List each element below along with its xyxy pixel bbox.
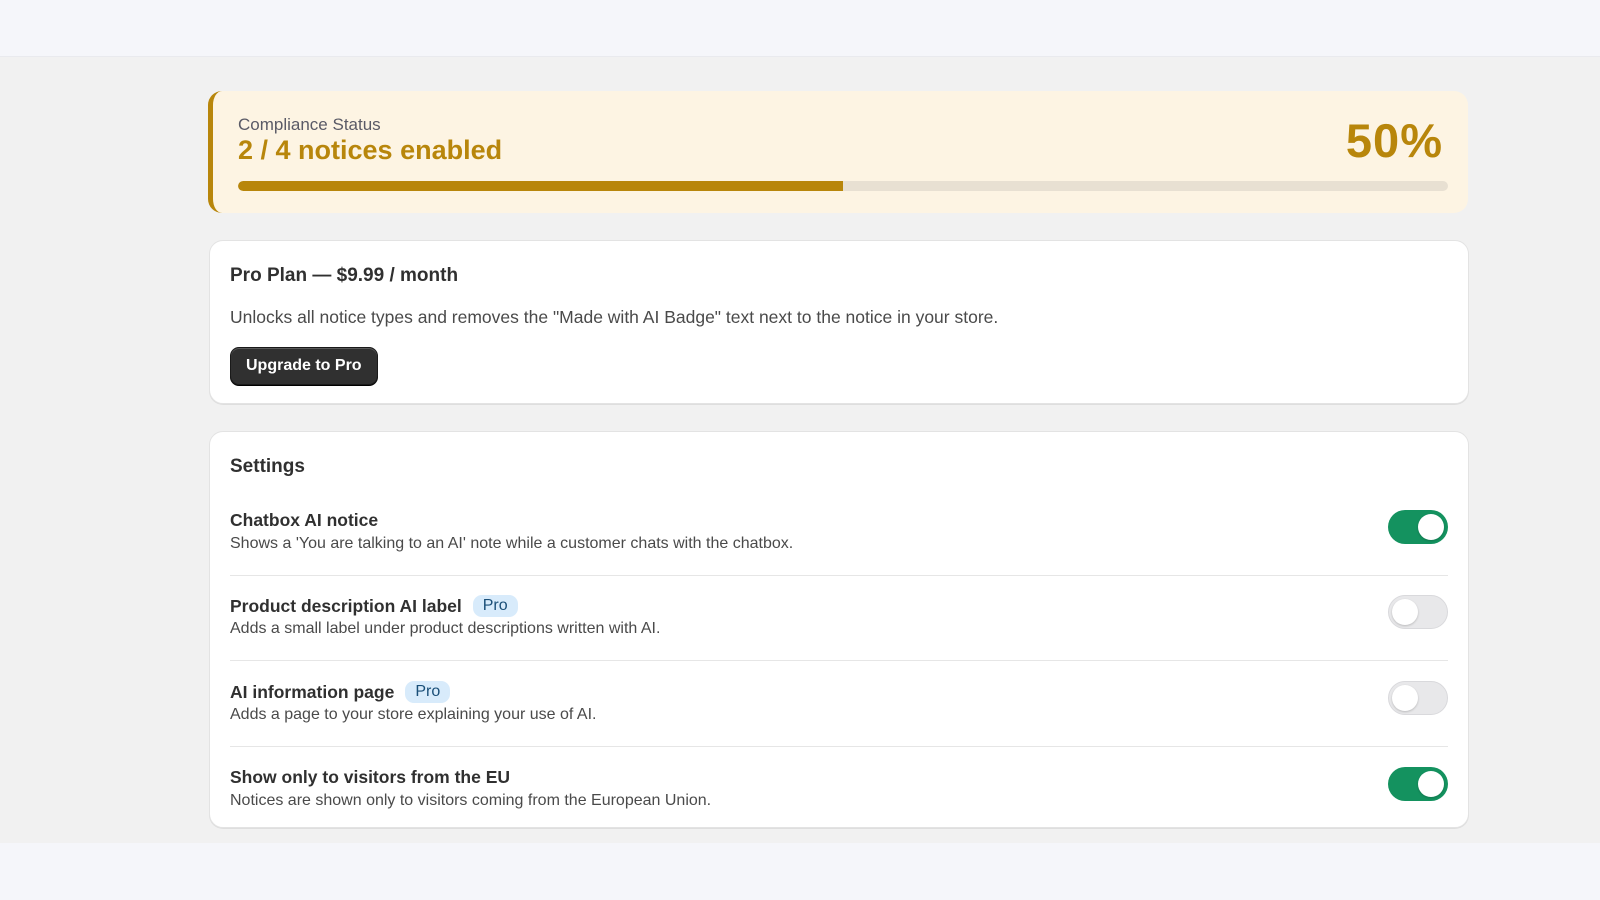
compliance-status-label: Compliance Status xyxy=(238,115,381,134)
pro-badge: Pro xyxy=(472,595,518,617)
top-bar xyxy=(0,0,1600,57)
chatbox-ai-notice-toggle[interactable] xyxy=(1388,510,1448,544)
setting-row-chatbox-ai-notice: Chatbox AI notice Shows a 'You are talki… xyxy=(230,490,1448,576)
setting-row-show-only-eu-visitors: Show only to visitors from the EU Notice… xyxy=(230,747,1448,833)
toggle-knob xyxy=(1418,514,1444,540)
setting-description: Shows a 'You are talking to an AI' note … xyxy=(230,535,794,552)
compliance-status-banner: Compliance Status 2 / 4 notices enabled … xyxy=(208,91,1468,213)
compliance-progress-bar xyxy=(238,181,1448,191)
ai-information-page-toggle[interactable] xyxy=(1388,681,1448,715)
setting-name-text: Product description AI label xyxy=(230,595,462,616)
setting-name-text: Show only to visitors from the EU xyxy=(230,767,511,787)
setting-name: Product description AI label Pro xyxy=(230,595,518,617)
setting-description: Adds a small label under product descrip… xyxy=(230,620,661,637)
setting-name: Chatbox AI notice xyxy=(230,510,378,531)
settings-title: Settings xyxy=(230,456,305,477)
setting-name: AI information page Pro xyxy=(230,681,451,703)
plan-title: Pro Plan — $9.99 / month xyxy=(230,265,459,286)
show-only-eu-visitors-toggle[interactable] xyxy=(1388,767,1448,801)
notices-enabled-count: 2 / 4 notices enabled xyxy=(238,135,503,165)
setting-description: Adds a page to your store explaining you… xyxy=(230,706,597,723)
plan-description: Unlocks all notice types and removes the… xyxy=(230,307,999,327)
toggle-knob xyxy=(1418,771,1444,797)
setting-row-ai-information-page: AI information page Pro Adds a page to y… xyxy=(230,661,1448,747)
setting-name-text: AI information page xyxy=(230,681,395,702)
toggle-knob xyxy=(1392,685,1418,711)
pro-plan-card: Pro Plan — $9.99 / month Unlocks all not… xyxy=(209,240,1469,404)
toggle-knob xyxy=(1392,599,1418,625)
setting-name-text: Chatbox AI notice xyxy=(230,510,379,530)
setting-description: Notices are shown only to visitors comin… xyxy=(230,792,712,809)
compliance-progress-fill xyxy=(238,181,843,191)
product-description-ai-label-toggle[interactable] xyxy=(1388,595,1448,629)
settings-card: Settings Chatbox AI notice Shows a 'You … xyxy=(209,431,1469,828)
setting-name: Show only to visitors from the EU xyxy=(230,767,510,788)
pro-badge: Pro xyxy=(405,681,451,703)
setting-row-product-description-ai-label: Product description AI label Pro Adds a … xyxy=(230,575,1448,661)
upgrade-to-pro-button[interactable]: Upgrade to Pro xyxy=(230,347,378,385)
compliance-percent: 50% xyxy=(1345,114,1443,167)
bottom-bar xyxy=(0,843,1600,900)
